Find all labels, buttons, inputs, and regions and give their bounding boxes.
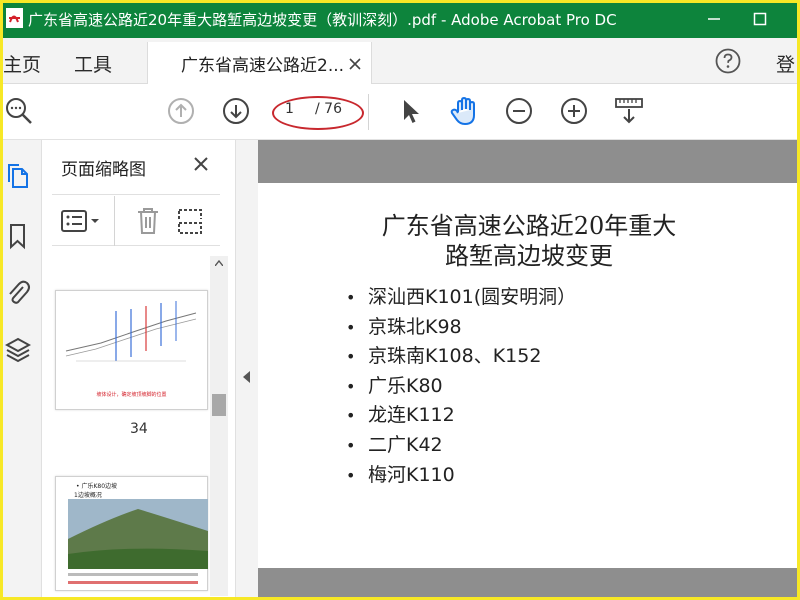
extract-pages-icon[interactable] — [176, 206, 204, 236]
help-icon[interactable] — [714, 47, 742, 75]
tab-tools[interactable]: 工具 — [74, 50, 112, 77]
panel-splitter[interactable] — [236, 140, 258, 600]
attachment-icon[interactable] — [5, 278, 31, 306]
thumbnail-page-number: 34 — [130, 421, 148, 437]
list-item-text: 深汕西K101(圆安明洞） — [368, 286, 577, 308]
diagram-thumbnail-icon — [65, 301, 197, 362]
list-item-text: 龙连K112 — [368, 404, 455, 427]
list-item-text: 梅河K110 — [368, 463, 455, 486]
list-item-text: 二广K42 — [368, 433, 443, 456]
panel-title: 页面缩略图 — [61, 160, 146, 180]
close-icon[interactable] — [193, 156, 209, 172]
sign-in-link[interactable]: 登 — [776, 50, 795, 77]
search-icon[interactable] — [4, 96, 34, 126]
list-item: • 深汕西K101(圆安明洞） — [346, 283, 576, 313]
list-item-text: 京珠北K98 — [368, 315, 462, 338]
bullet-icon: • — [346, 465, 356, 485]
options-menu-icon[interactable] — [60, 209, 104, 233]
layers-icon[interactable] — [4, 336, 32, 364]
list-item: • 梅河K110 — [346, 461, 576, 491]
zoom-in-icon[interactable] — [559, 96, 589, 126]
toolbar-divider — [114, 196, 115, 246]
bullet-icon: • — [346, 376, 356, 396]
list-item: • 京珠北K98 — [346, 313, 576, 343]
bullet-icon: • — [346, 435, 356, 455]
toolbar: 1 / 76 — [0, 84, 800, 140]
slide-title-line: 路堑高边坡变更 — [445, 242, 613, 270]
minimize-button[interactable] — [694, 4, 734, 34]
pdf-page: 广东省高速公路近20年重大 路堑高边坡变更 • 深汕西K101(圆安明洞） • 京珠… — [258, 183, 800, 568]
bullet-icon: • — [346, 288, 356, 307]
thumbnail-heading: • 广乐K80边坡 — [76, 483, 118, 490]
bullet-list: • 深汕西K101(圆安明洞） • 京珠北K98 • 京珠南K108、K152 • 广乐… — [346, 283, 576, 490]
tab-home[interactable]: 主页 — [3, 50, 41, 77]
list-item-text: 京珠南K108、K152 — [368, 345, 542, 368]
scroll-up-icon[interactable] — [215, 260, 223, 266]
thumbnail-caption: 坡体设计，确定坡顶坡脚的位置 — [96, 392, 167, 398]
measure-download-icon[interactable] — [614, 96, 644, 126]
slide-title-line: 广东省高速公路近20年重大 — [381, 212, 677, 240]
document-viewer[interactable]: 广东省高速公路近20年重大 路堑高边坡变更 • 深汕西K101(圆安明洞） • 京珠… — [258, 140, 800, 600]
tab-document[interactable]: 广东省高速公路近2... — [147, 42, 372, 85]
page-number-highlight — [272, 96, 364, 130]
document-tab-label: 广东省高速公路近2... — [181, 56, 345, 76]
list-item-text: 广乐K80 — [368, 374, 443, 397]
bullet-icon: • — [346, 406, 356, 426]
maximize-button[interactable] — [740, 4, 780, 34]
tab-bar: 主页 工具 广东省高速公路近2... 登 — [0, 38, 800, 85]
list-item: • 龙连K112 — [346, 401, 576, 431]
scrollbar-thumb[interactable] — [212, 394, 226, 416]
page-thumbnails-icon[interactable] — [5, 162, 31, 190]
thumbnail-toolbar — [52, 194, 220, 246]
collapse-arrow-icon[interactable] — [243, 368, 251, 383]
acrobat-icon[interactable] — [4, 7, 26, 29]
thumbnail-subheading: 1边坡概况 — [74, 492, 102, 499]
list-item: • 二广K42 — [346, 431, 576, 461]
thumbnails-scrollbar[interactable] — [210, 256, 228, 596]
landscape-photo-icon — [68, 499, 208, 569]
thumbnail-text-line — [68, 581, 198, 584]
hand-tool-icon[interactable] — [449, 96, 479, 126]
slide-title: 广东省高速公路近20年重大 路堑高边坡变更 — [258, 211, 800, 271]
bullet-icon: • — [346, 317, 356, 337]
next-page-icon[interactable] — [221, 96, 251, 126]
thumbnails-panel: 页面缩略图 坡体设计，确定坡顶坡脚的位置 34 • 广乐K80边坡 1边坡概况 — [42, 140, 236, 600]
list-item: • 京珠南K108、K152 — [346, 342, 576, 372]
close-icon[interactable] — [348, 56, 362, 70]
prev-page-icon[interactable] — [166, 96, 196, 126]
select-arrow-icon[interactable] — [396, 96, 426, 126]
left-rail — [0, 140, 42, 600]
window-title: 广东省高速公路近20年重大路堑高边坡变更（教训深刻）.pdf - Adobe A… — [28, 11, 617, 29]
toolbar-divider — [368, 94, 369, 130]
title-bar: 广东省高速公路近20年重大路堑高边坡变更（教训深刻）.pdf - Adobe A… — [0, 0, 800, 38]
page-thumbnail[interactable]: 坡体设计，确定坡顶坡脚的位置 — [55, 290, 208, 410]
zoom-out-icon[interactable] — [504, 96, 534, 126]
thumbnail-text-line — [68, 573, 198, 576]
bullet-icon: • — [346, 347, 356, 367]
list-item: • 广乐K80 — [346, 372, 576, 402]
page-thumbnail[interactable]: • 广乐K80边坡 1边坡概况 — [55, 476, 208, 591]
bookmark-icon[interactable] — [5, 222, 31, 250]
delete-icon[interactable] — [134, 206, 162, 236]
